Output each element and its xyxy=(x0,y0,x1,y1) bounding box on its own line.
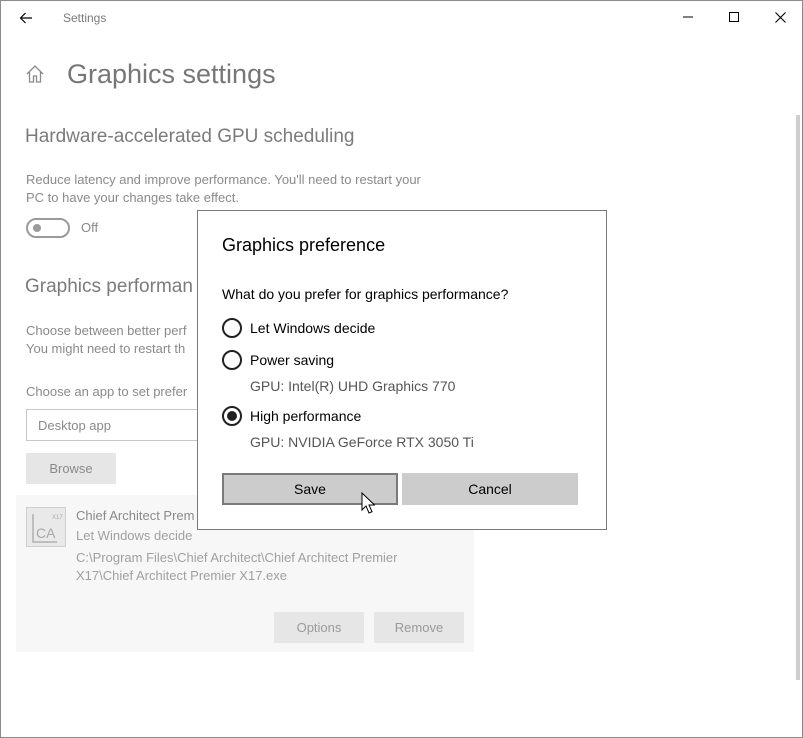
radio-high-performance[interactable]: High performance xyxy=(222,406,361,426)
radio-button[interactable] xyxy=(222,318,242,338)
app-title: Settings xyxy=(63,11,107,25)
maximize-icon xyxy=(729,12,739,22)
high-performance-gpu: GPU: NVIDIA GeForce RTX 3050 Ti xyxy=(250,434,474,450)
radio-let-windows-decide[interactable]: Let Windows decide xyxy=(222,318,375,338)
close-button[interactable] xyxy=(757,1,803,33)
hags-toggle-label: Off xyxy=(81,220,99,235)
scrollbar[interactable] xyxy=(796,115,800,680)
toggle-knob xyxy=(33,224,41,232)
radio-button[interactable] xyxy=(222,350,242,370)
hags-section-title: Hardware-accelerated GPU scheduling xyxy=(25,126,355,147)
close-icon xyxy=(774,11,786,23)
radio-label: High performance xyxy=(250,408,362,424)
graphics-preference-dialog: Graphics preference What do you prefer f… xyxy=(197,210,607,530)
app-name: Chief Architect Prem xyxy=(76,508,195,523)
perf-description-line1: Choose between better perf xyxy=(26,323,187,338)
maximize-button[interactable] xyxy=(711,1,757,33)
perf-description-line2: You might need to restart th xyxy=(26,341,186,356)
hags-description-line1: Reduce latency and improve performance. … xyxy=(26,172,421,187)
remove-button[interactable]: Remove xyxy=(374,612,464,643)
home-icon[interactable] xyxy=(25,64,45,84)
svg-text:X17: X17 xyxy=(52,515,63,521)
back-button[interactable] xyxy=(9,5,43,31)
app-path-line1: C:\Program Files\Chief Architect\Chief A… xyxy=(76,550,398,565)
svg-text:CA: CA xyxy=(36,525,56,541)
browse-button[interactable]: Browse xyxy=(26,453,116,484)
minimize-icon xyxy=(683,16,693,18)
dialog-title: Graphics preference xyxy=(222,235,386,255)
choose-app-label: Choose an app to set prefer xyxy=(26,384,188,399)
chief-architect-app-icon: CA X17 xyxy=(26,507,66,547)
minimize-button[interactable] xyxy=(665,1,711,33)
radio-power-saving[interactable]: Power saving xyxy=(222,350,334,370)
radio-label: Let Windows decide xyxy=(250,320,376,336)
mouse-pointer-icon xyxy=(361,492,375,514)
settings-window: Settings Graphics settings Hardware-acce… xyxy=(0,0,803,738)
app-preference: Let Windows decide xyxy=(76,528,193,543)
power-saving-gpu: GPU: Intel(R) UHD Graphics 770 xyxy=(250,378,456,394)
perf-section-title: Graphics performan xyxy=(25,276,193,297)
radio-label: Power saving xyxy=(250,352,335,368)
radio-button-selected[interactable] xyxy=(222,406,242,426)
options-button[interactable]: Options xyxy=(274,612,364,643)
cancel-button[interactable]: Cancel xyxy=(402,473,578,505)
back-arrow-icon xyxy=(19,12,32,24)
hags-toggle[interactable] xyxy=(26,218,70,238)
page-title: Graphics settings xyxy=(67,59,276,89)
hags-description-line2: PC to have your changes take effect. xyxy=(26,190,239,205)
app-type-select[interactable]: Desktop app xyxy=(26,409,216,441)
app-path: C:\Program Files\Chief Architect\Chief A… xyxy=(76,549,446,585)
app-path-line2: X17\Chief Architect Premier X17.exe xyxy=(76,568,287,583)
title-bar: Settings xyxy=(1,1,802,35)
dialog-question: What do you prefer for graphics performa… xyxy=(222,286,509,302)
